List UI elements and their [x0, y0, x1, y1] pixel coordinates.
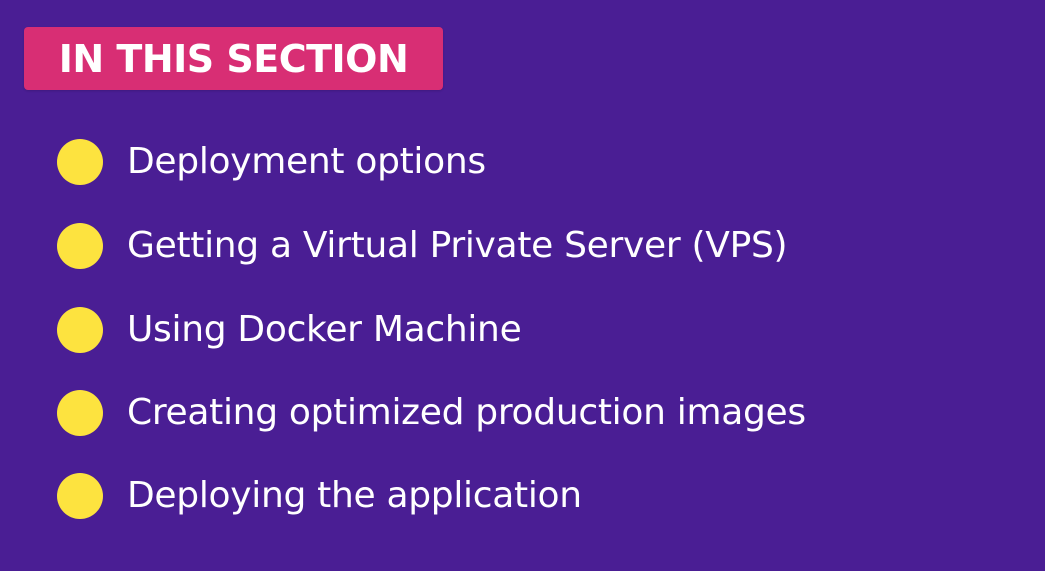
topic-label: Deploying the application — [127, 475, 582, 516]
circle-bullet-icon — [57, 390, 103, 436]
topic-label: Using Docker Machine — [127, 309, 522, 350]
circle-bullet-icon — [57, 223, 103, 269]
topic-list: Deployment options Getting a Virtual Pri… — [0, 0, 1045, 571]
circle-bullet-icon — [57, 139, 103, 185]
topic-item-production-images: Creating optimized production images — [57, 389, 806, 437]
topic-item-docker-machine: Using Docker Machine — [57, 306, 522, 354]
slide: IN THIS SECTION Deployment options Getti… — [0, 0, 1045, 571]
topic-item-deploying-application: Deploying the application — [57, 472, 582, 520]
topic-label: Creating optimized production images — [127, 392, 806, 433]
circle-bullet-icon — [57, 307, 103, 353]
topic-item-deployment-options: Deployment options — [57, 138, 486, 186]
circle-bullet-icon — [57, 473, 103, 519]
topic-label: Deployment options — [127, 141, 486, 182]
topic-label: Getting a Virtual Private Server (VPS) — [127, 225, 788, 266]
topic-item-getting-vps: Getting a Virtual Private Server (VPS) — [57, 222, 788, 270]
